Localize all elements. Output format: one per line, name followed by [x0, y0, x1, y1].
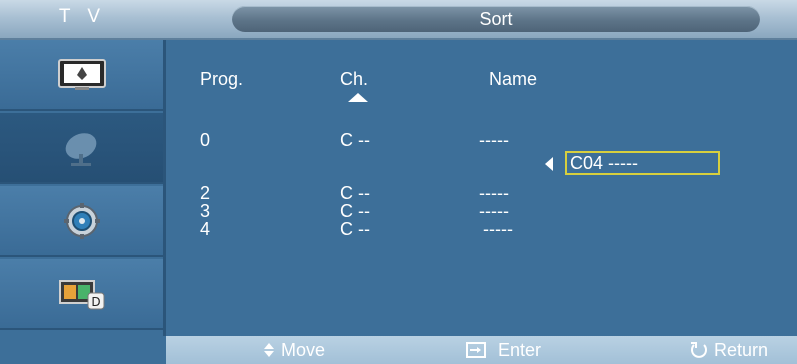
- enter-icon: [466, 342, 486, 358]
- row-ch: C --: [340, 219, 370, 239]
- row-name: -----: [483, 219, 513, 239]
- column-header-name[interactable]: Name: [489, 70, 537, 89]
- sort-panel: Prog. Ch. Name 0 C -- ----- 2 C -- -----…: [166, 40, 797, 336]
- return-icon: [691, 342, 707, 358]
- up-down-arrow-icon: [264, 343, 274, 357]
- sidebar-item-input[interactable]: D: [0, 259, 163, 330]
- return-label: Return: [714, 340, 769, 360]
- row-prog: 0: [200, 130, 211, 150]
- picture-icon: [57, 58, 106, 90]
- setup-gear-icon: [63, 202, 100, 239]
- input-source-icon: D: [58, 279, 104, 309]
- row-prog: 4: [200, 219, 211, 239]
- sort-up-arrow-icon: [348, 93, 368, 102]
- left-arrow-icon: [545, 157, 553, 171]
- channel-edit-field[interactable]: C04 -----: [565, 151, 720, 175]
- return-hint: Return: [690, 340, 768, 360]
- row-ch: C --: [340, 130, 370, 150]
- svg-text:D: D: [91, 295, 100, 309]
- satellite-dish-icon: [65, 132, 96, 166]
- top-bar: T V Sort: [0, 0, 797, 40]
- bottom-left-block: [0, 336, 166, 364]
- move-label: Move: [281, 340, 326, 360]
- column-header-ch[interactable]: Ch.: [340, 70, 368, 89]
- sidebar-item-picture[interactable]: [0, 40, 163, 111]
- sidebar-item-setup[interactable]: [0, 186, 163, 257]
- bottom-help-bar: Move Enter Return: [0, 336, 797, 364]
- row-name: -----: [479, 130, 509, 150]
- sidebar: D: [0, 40, 163, 336]
- move-hint: Move: [263, 340, 325, 360]
- enter-label: Enter: [498, 340, 542, 360]
- enter-hint: Enter: [466, 340, 541, 360]
- tv-label: T V: [58, 6, 107, 27]
- page-title: Sort: [232, 6, 760, 32]
- column-header-prog[interactable]: Prog.: [200, 70, 243, 89]
- sidebar-item-channel[interactable]: [0, 113, 163, 184]
